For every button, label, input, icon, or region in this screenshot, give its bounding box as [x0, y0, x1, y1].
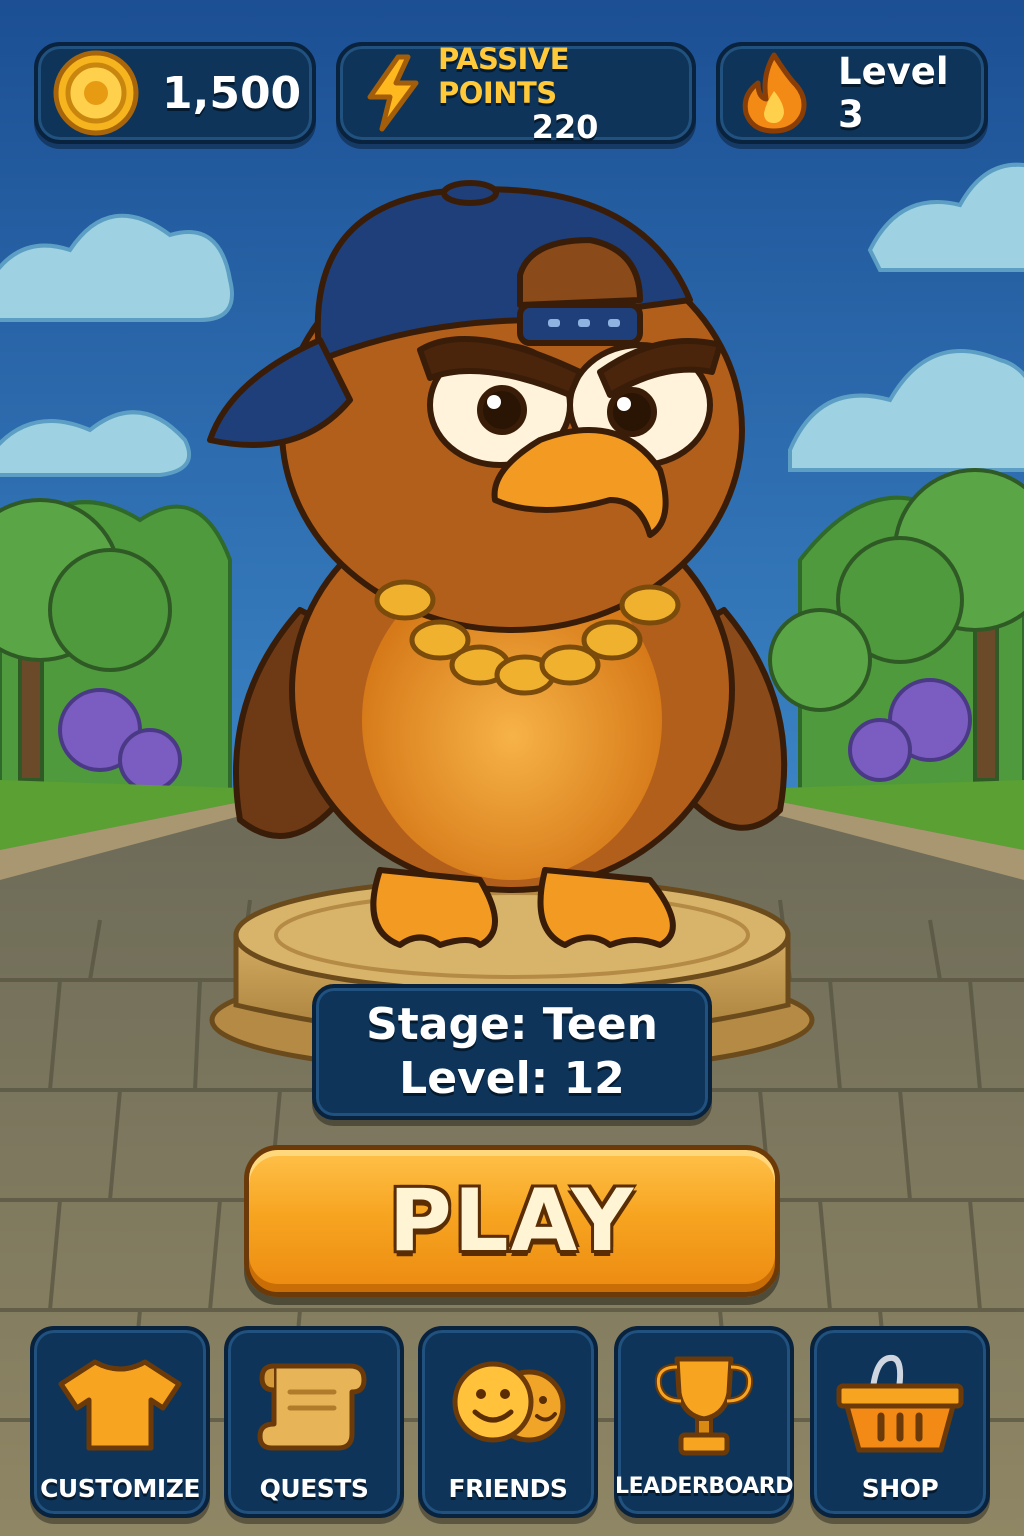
nav-friends-label: FRIENDS: [448, 1474, 568, 1503]
game-screen: 1,500 PASSIVE POINTS 220 Level 3 Stage: …: [0, 0, 1024, 1536]
basket-icon: [836, 1354, 964, 1453]
lightning-icon: [367, 54, 419, 132]
friends-icon: [452, 1361, 566, 1443]
flame-icon: [742, 52, 807, 134]
park-background: [0, 0, 1024, 1536]
passive-points-value: 220: [531, 108, 599, 146]
player-level-label: Level 3: [838, 50, 949, 136]
nav-friends-button[interactable]: FRIENDS: [418, 1326, 598, 1518]
coins-value: 1,500: [162, 67, 302, 119]
play-button-label: PLAY: [388, 1171, 636, 1271]
player-level-badge[interactable]: Level 3: [716, 42, 988, 144]
scroll-icon: [257, 1363, 367, 1451]
character-stage-label: Stage: Teen: [366, 999, 658, 1050]
nav-leaderboard-button[interactable]: LEADERBOARD: [614, 1326, 794, 1518]
nav-quests-label: QUESTS: [259, 1474, 369, 1503]
nav-leaderboard-label: LEADERBOARD: [615, 1474, 793, 1499]
character-stage-panel: Stage: Teen Level: 12: [312, 984, 712, 1120]
passive-points-counter[interactable]: PASSIVE POINTS 220: [336, 42, 696, 144]
trophy-icon: [654, 1356, 754, 1456]
nav-shop-button[interactable]: SHOP: [810, 1326, 990, 1518]
play-button[interactable]: PLAY: [244, 1145, 780, 1297]
nav-customize-button[interactable]: CUSTOMIZE: [30, 1326, 210, 1518]
tshirt-icon: [58, 1359, 182, 1451]
coin-icon: [53, 50, 139, 136]
nav-customize-label: CUSTOMIZE: [40, 1474, 200, 1503]
passive-points-label: PASSIVE POINTS: [438, 42, 570, 110]
character-level-label: Level: 12: [399, 1053, 625, 1104]
coins-counter[interactable]: 1,500: [34, 42, 316, 144]
nav-quests-button[interactable]: QUESTS: [224, 1326, 404, 1518]
nav-shop-label: SHOP: [861, 1474, 939, 1503]
